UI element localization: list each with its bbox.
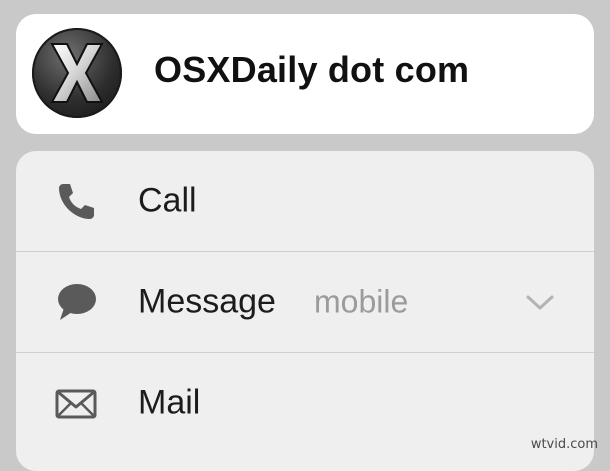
call-action[interactable]: Call — [16, 151, 594, 251]
chevron-down-icon[interactable] — [524, 288, 556, 316]
actions-panel: Call Message mobile Mail — [16, 151, 594, 471]
watermark: wtvid.com — [530, 437, 598, 452]
phone-icon — [54, 179, 98, 223]
x-logo-icon — [32, 28, 122, 118]
mail-label: Mail — [138, 383, 201, 422]
message-bubble-icon — [54, 280, 98, 324]
contact-card[interactable]: OSXDaily dot com — [16, 14, 594, 134]
contact-name: OSXDaily dot com — [154, 49, 470, 90]
call-label: Call — [138, 181, 197, 220]
message-action[interactable]: Message mobile — [16, 252, 594, 352]
mail-action[interactable]: Mail — [16, 353, 594, 453]
message-sublabel: mobile — [314, 283, 409, 320]
message-label: Message — [138, 282, 276, 321]
envelope-icon — [54, 381, 98, 425]
